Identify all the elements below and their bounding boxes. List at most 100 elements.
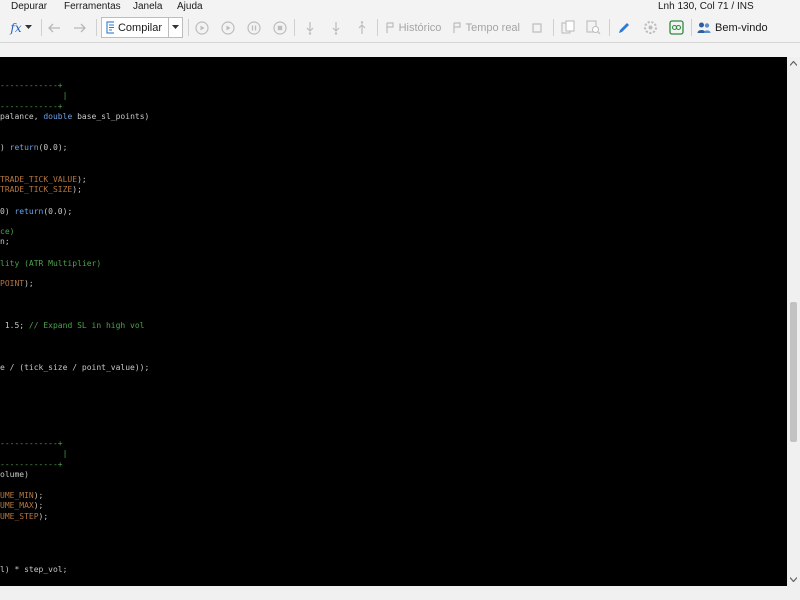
menu-bar: Depurar Ferramentas Janela Ajuda Lnh 130… xyxy=(0,0,800,13)
copy-button[interactable] xyxy=(559,17,577,38)
community-button[interactable] xyxy=(667,17,685,38)
code-line[interactable]: | xyxy=(0,449,68,459)
code-token: n; xyxy=(0,237,10,246)
editor-tab-strip xyxy=(0,43,800,57)
code-token: ------------+ xyxy=(0,439,63,448)
toolbar-separator xyxy=(553,19,554,36)
code-token: ); xyxy=(77,175,87,184)
code-line[interactable]: e / (tick_size / point_value)); xyxy=(0,363,149,373)
code-token: ce) xyxy=(0,227,15,236)
history-icon xyxy=(385,21,394,33)
code-token: TRADE_TICK_SIZE xyxy=(0,185,73,194)
code-token: olume) xyxy=(0,470,29,479)
code-token: ------------+ xyxy=(0,460,63,469)
code-line[interactable]: | xyxy=(0,91,68,101)
toolbar-separator xyxy=(691,19,692,36)
arrow-right-icon xyxy=(74,23,86,32)
code-token: UME_STEP xyxy=(0,512,39,521)
code-line[interactable]: ) return(0.0); xyxy=(0,143,67,153)
code-token: UME_MAX xyxy=(0,501,34,510)
toolbar-separator xyxy=(96,19,97,36)
debug-pause-button[interactable] xyxy=(245,17,263,38)
back-button[interactable] xyxy=(45,17,63,38)
horizontal-scrollbar[interactable] xyxy=(0,586,787,600)
compile-document-icon xyxy=(106,21,114,34)
search-document-button[interactable] xyxy=(584,17,602,38)
gear-icon xyxy=(643,21,657,34)
code-editor[interactable]: ------------+ | ------------+ palance, dou… xyxy=(0,57,787,586)
function-button[interactable]: fx xyxy=(6,17,36,38)
compile-label: Compilar xyxy=(117,21,162,34)
code-line[interactable]: UME_STEP); xyxy=(0,512,48,522)
menu-item-janela[interactable]: Janela xyxy=(133,0,162,13)
welcome-label: Bem-vindo xyxy=(715,21,768,34)
menu-item-ferramentas[interactable]: Ferramentas xyxy=(64,0,121,13)
vertical-scroll-thumb[interactable] xyxy=(790,302,797,442)
edit-button[interactable] xyxy=(615,17,633,38)
scroll-up-button[interactable] xyxy=(787,57,800,70)
code-line[interactable]: ce) xyxy=(0,227,14,237)
code-line[interactable]: TRADE_TICK_SIZE); xyxy=(0,185,82,195)
code-line[interactable]: ------------+ xyxy=(0,439,63,449)
code-line[interactable]: 0) return(0.0); xyxy=(0,207,72,217)
code-token: l) * step_vol; xyxy=(0,565,68,574)
code-line[interactable]: TRADE_TICK_VALUE); xyxy=(0,175,87,185)
code-token: 0) xyxy=(0,207,15,216)
code-line[interactable]: n; xyxy=(0,237,10,247)
step-out-button[interactable] xyxy=(354,17,370,38)
code-line[interactable]: UME_MAX); xyxy=(0,501,43,511)
step-over-button[interactable] xyxy=(328,17,344,38)
code-line[interactable]: ------------+ xyxy=(0,460,63,470)
realtime-label: Tempo real xyxy=(465,21,520,34)
compile-button[interactable]: Compilar xyxy=(101,17,169,38)
code-token: ); xyxy=(38,512,49,521)
stop-circle-icon xyxy=(273,20,287,35)
toolbar-separator xyxy=(294,19,295,36)
menu-item-depurar[interactable]: Depurar xyxy=(11,0,47,13)
code-line[interactable]: l) * step_vol; xyxy=(0,565,67,575)
settings-button[interactable] xyxy=(641,17,659,38)
code-token: ); xyxy=(33,501,44,510)
code-line[interactable]: lity (ATR Multiplier) xyxy=(0,259,101,269)
code-line[interactable]: POINT); xyxy=(0,279,34,289)
debug-start-on-history-button[interactable] xyxy=(193,17,211,38)
debug-start-button[interactable] xyxy=(219,17,237,38)
chevron-up-icon xyxy=(790,61,797,66)
realtime-button[interactable]: Tempo real xyxy=(452,17,520,38)
copy-document-icon xyxy=(560,20,575,34)
code-token: (0.0); xyxy=(43,207,73,216)
search-document-icon xyxy=(585,20,600,35)
toolbar-separator xyxy=(41,19,42,36)
code-token: ------------+ xyxy=(0,102,63,111)
code-line[interactable]: UME_MIN); xyxy=(0,491,43,501)
cursor-position-status: Lnh 130, Col 71 / INS xyxy=(658,1,754,12)
scrollbar-corner xyxy=(787,586,800,600)
code-token: return xyxy=(9,143,39,152)
fx-icon: fx xyxy=(10,20,22,35)
scroll-down-button[interactable] xyxy=(787,573,800,586)
debug-stop-button[interactable] xyxy=(271,17,289,38)
forward-button[interactable] xyxy=(71,17,89,38)
code-line[interactable]: ------------+ xyxy=(0,81,63,91)
toolbar-separator xyxy=(377,19,378,36)
step-into-button[interactable] xyxy=(302,17,318,38)
step-into-icon xyxy=(306,21,314,35)
welcome-button[interactable]: Bem-vindo xyxy=(697,17,769,38)
code-token: double xyxy=(43,112,73,121)
code-line[interactable]: ------------+ xyxy=(0,102,63,112)
stop-testing-button[interactable] xyxy=(529,17,545,38)
history-button[interactable]: Histórico xyxy=(383,17,443,38)
compile-dropdown-button[interactable] xyxy=(169,17,183,38)
menu-item-ajuda[interactable]: Ajuda xyxy=(177,0,203,13)
code-line[interactable]: 1.5; // Expand SL in high vol xyxy=(0,321,145,331)
code-token: 1.5; xyxy=(0,321,29,330)
toolbar-separator xyxy=(609,19,610,36)
code-token: UME_MIN xyxy=(0,491,34,500)
community-icon xyxy=(668,20,684,35)
code-line[interactable]: palance, double base_sl_points) xyxy=(0,112,149,122)
code-token: ); xyxy=(24,279,34,288)
code-token: base_sl_points) xyxy=(72,112,150,121)
vertical-scrollbar[interactable] xyxy=(787,57,800,586)
code-line[interactable]: olume) xyxy=(0,470,29,480)
code-token: palance, xyxy=(0,112,44,121)
